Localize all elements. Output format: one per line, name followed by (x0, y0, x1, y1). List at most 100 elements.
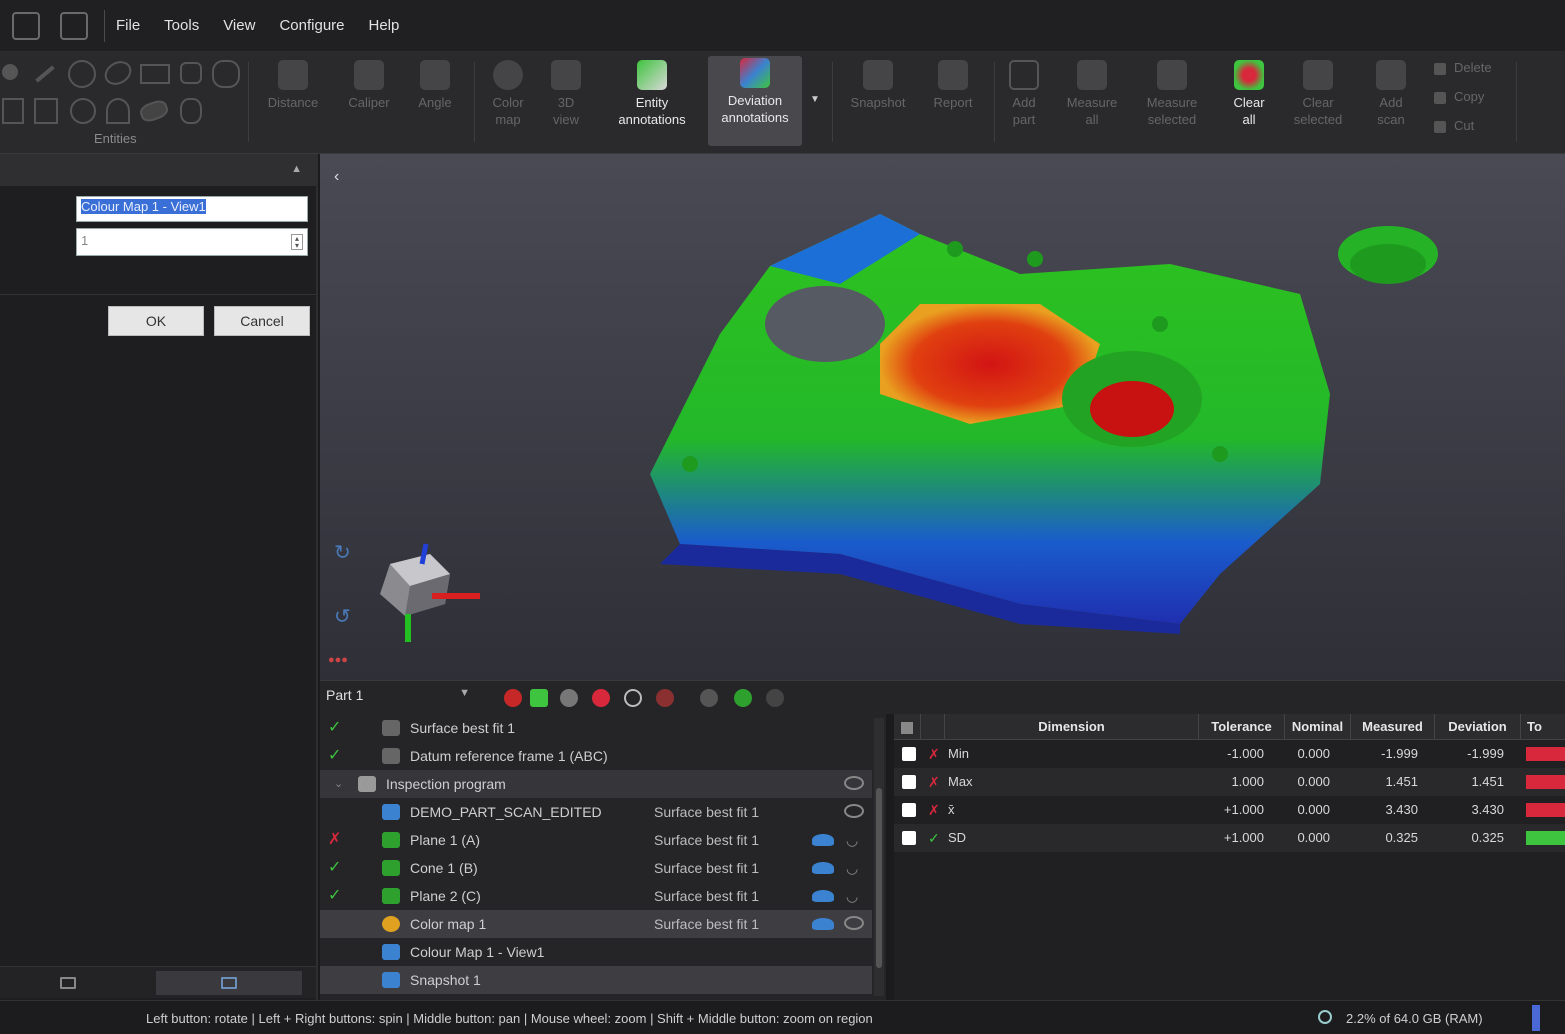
pen-icon[interactable] (700, 689, 718, 707)
select-all-header[interactable] (894, 714, 920, 740)
row-checkbox[interactable] (902, 747, 916, 761)
tree-scrollbar[interactable] (874, 718, 884, 996)
menu-file[interactable]: File (116, 17, 140, 34)
axis-icon[interactable] (560, 689, 578, 707)
eye-icon[interactable] (624, 689, 642, 707)
angle-button[interactable]: Angle (404, 58, 466, 148)
deviation-annotations-button[interactable]: Deviation annotations (708, 56, 802, 146)
cylinder-icon[interactable] (180, 98, 202, 124)
tree-item[interactable]: ✓ Plane 2 (C) Surface best fit 1 ◡ (320, 882, 872, 910)
hidden-eye-icon[interactable]: ◡ (846, 854, 858, 882)
grid-icon[interactable] (2, 98, 24, 124)
surface-icon[interactable] (137, 97, 171, 125)
3d-view-button[interactable]: 3D view (540, 58, 592, 148)
tree-item[interactable]: Colour Map 1 - View1 (320, 938, 872, 966)
add-part-button[interactable]: Add part (1000, 58, 1048, 148)
table-row[interactable]: ✓ SD +1.000 0.000 0.325 0.325 (894, 824, 1565, 852)
fit-icon[interactable] (504, 689, 522, 707)
entity-annotations-button[interactable]: Entity annotations (606, 58, 698, 148)
orientation-cube[interactable] (360, 534, 500, 654)
annotations-dropdown-icon[interactable]: ▼ (810, 94, 820, 105)
menu-tools[interactable]: Tools (164, 17, 199, 34)
tab-list[interactable] (8, 971, 128, 995)
part-model[interactable] (320, 154, 1565, 680)
measure-all-button[interactable]: Measure all (1056, 58, 1128, 148)
copy-button[interactable]: Copy (1434, 89, 1484, 104)
menu-view[interactable]: View (223, 17, 255, 34)
col-nominal[interactable]: Nominal (1284, 714, 1350, 740)
point-icon[interactable] (2, 64, 18, 80)
circle-icon[interactable] (68, 60, 96, 88)
ellipse-icon[interactable] (100, 56, 136, 90)
tree-item[interactable]: ✓ Cone 1 (B) Surface best fit 1 ◡ (320, 854, 872, 882)
sphere-icon[interactable] (70, 98, 96, 124)
col-dimension[interactable]: Dimension (944, 714, 1198, 740)
report-button[interactable]: Report (920, 58, 986, 148)
col-to[interactable]: To (1520, 714, 1565, 740)
ok-button[interactable]: OK (108, 306, 204, 336)
view-name-input[interactable]: Colour Map 1 - View1 (76, 196, 308, 222)
tree-item[interactable]: ✗ Plane 1 (A) Surface best fit 1 ◡ (320, 826, 872, 854)
tree-item[interactable]: ✓ Surface best fit 1 (320, 714, 872, 742)
scrollbar-thumb[interactable] (876, 788, 882, 968)
snapshot-button[interactable]: Snapshot (842, 58, 914, 148)
cancel-button[interactable]: Cancel (214, 306, 310, 336)
menu-help[interactable]: Help (369, 17, 400, 34)
eye-icon[interactable] (844, 776, 864, 790)
open-file-icon[interactable] (60, 12, 88, 40)
col-deviation[interactable]: Deviation (1434, 714, 1520, 740)
clear-selected-button[interactable]: Clear selected (1284, 58, 1352, 148)
spin-icon[interactable]: ▴ ▾ (291, 234, 303, 250)
add-scan-button[interactable]: Add scan (1362, 58, 1420, 148)
rotate-up-icon[interactable]: ↻ (334, 540, 351, 565)
view-number-input[interactable]: 1 ▴ ▾ (76, 228, 308, 256)
col-tolerance[interactable]: Tolerance (1198, 714, 1284, 740)
close-icon[interactable] (766, 689, 784, 707)
table-row[interactable]: ✗ Max 1.000 0.000 1.451 1.451 (894, 768, 1565, 796)
rotate-down-icon[interactable]: ↺ (334, 604, 351, 629)
eye-icon[interactable] (844, 916, 864, 930)
new-file-icon[interactable] (12, 12, 40, 40)
hidden-eye-icon[interactable]: ◡ (846, 826, 858, 854)
annotation-icon[interactable] (812, 862, 834, 874)
part-icon[interactable] (734, 689, 752, 707)
eye-icon[interactable] (844, 804, 864, 818)
col-measured[interactable]: Measured (1350, 714, 1434, 740)
slot-icon[interactable] (180, 62, 202, 84)
distance-button[interactable]: Distance (260, 58, 326, 148)
cut-button[interactable]: Cut (1434, 118, 1474, 133)
measure-selected-button[interactable]: Measure selected (1136, 58, 1208, 148)
expand-icon[interactable]: ⌄ (334, 770, 343, 798)
menu-configure[interactable]: Configure (279, 17, 344, 34)
hidden-eye-icon[interactable]: ◡ (846, 882, 858, 910)
color-map-button[interactable]: Color map (480, 58, 536, 148)
line-icon[interactable] (35, 65, 55, 83)
curve-icon[interactable] (212, 60, 240, 88)
brush-icon[interactable] (592, 689, 610, 707)
tree-item[interactable]: Color map 1 Surface best fit 1 (320, 910, 872, 938)
annotation-icon[interactable] (812, 890, 834, 902)
cone-icon[interactable] (106, 98, 130, 124)
annotation-icon[interactable] (812, 918, 834, 930)
rectangle-icon[interactable] (140, 64, 170, 84)
row-checkbox[interactable] (902, 803, 916, 817)
table-row[interactable]: ✗ x̄ +1.000 0.000 3.430 3.430 (894, 796, 1565, 824)
tree-item[interactable]: DEMO_PART_SCAN_EDITED Surface best fit 1 (320, 798, 872, 826)
annotation-icon[interactable] (812, 834, 834, 846)
filter-icon[interactable] (656, 689, 674, 707)
collapse-icon[interactable]: ▲ (291, 163, 302, 175)
3d-viewport[interactable]: ‹ ↻ ↺ ●●● (320, 154, 1565, 680)
tree-group[interactable]: ⌄ Inspection program (320, 770, 872, 798)
part-selector[interactable]: Part 1 ▼ (326, 687, 474, 709)
cube-icon[interactable] (530, 689, 548, 707)
clear-all-button[interactable]: Clear all (1222, 58, 1276, 148)
tree-item[interactable]: ✓ Datum reference frame 1 (ABC) (320, 742, 872, 770)
tree-item[interactable]: Snapshot 1 (320, 966, 872, 994)
row-checkbox[interactable] (902, 831, 916, 845)
tab-view[interactable] (156, 971, 302, 995)
row-checkbox[interactable] (902, 775, 916, 789)
plane-icon[interactable] (34, 98, 58, 124)
caliper-button[interactable]: Caliper (336, 58, 402, 148)
table-row[interactable]: ✗ Min -1.000 0.000 -1.999 -1.999 (894, 740, 1565, 768)
delete-button[interactable]: Delete (1434, 60, 1492, 75)
